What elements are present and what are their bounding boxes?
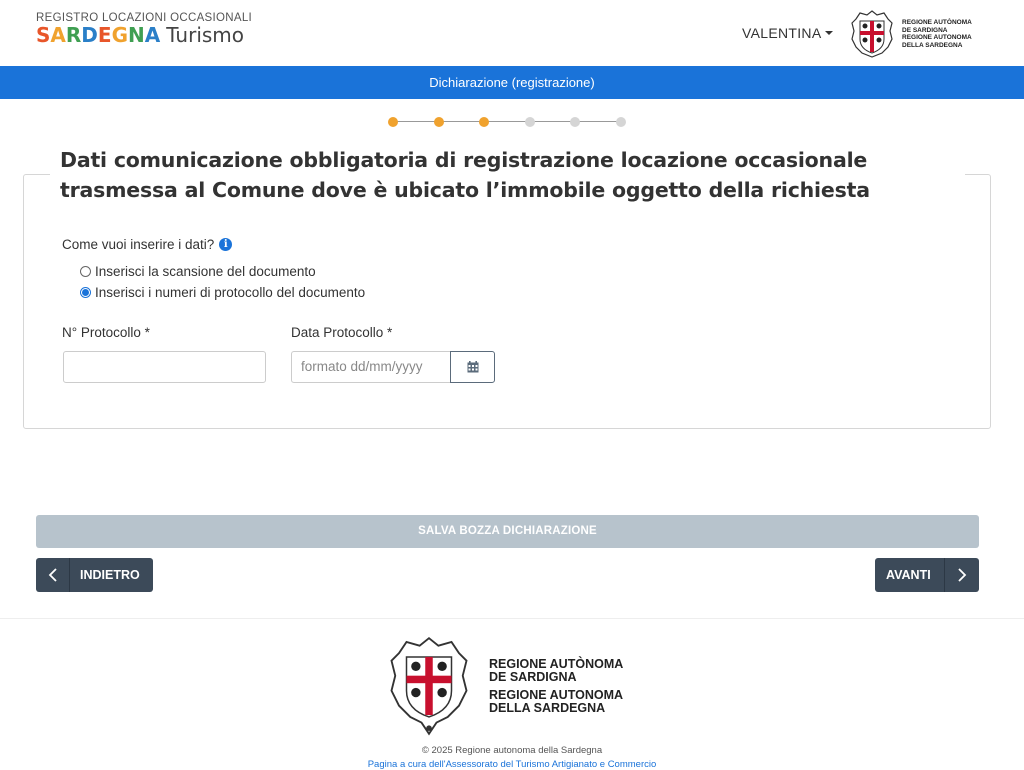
brand-letter: S <box>36 23 51 47</box>
save-draft-button[interactable]: SALVA BOZZA DICHIARAZIONE <box>36 515 979 548</box>
next-label: AVANTI <box>886 568 931 582</box>
region-logo-text: REGIONE AUTÒNOMA DE SARDIGNA REGIONE AUT… <box>902 19 972 49</box>
brand-letter: N <box>128 23 145 47</box>
coat-of-arms-icon <box>851 10 893 58</box>
brand-suffix: Turismo <box>166 23 245 47</box>
form-card <box>23 174 991 429</box>
credit-link[interactable]: Pagina a cura dell'Assessorato del Turis… <box>0 759 1024 770</box>
info-icon[interactable]: i <box>219 238 233 251</box>
form-legend: Dati comunicazione obbligatoria di regis… <box>50 145 965 205</box>
calendar-button[interactable] <box>450 351 495 383</box>
step-dot <box>388 117 398 127</box>
protocol-date-label: Data Protocollo * <box>291 325 393 340</box>
footer-region-logo: REGIONE AUTÒNOMA DE SARDIGNA REGIONE AUT… <box>384 634 623 738</box>
next-button[interactable]: AVANTI <box>875 558 979 592</box>
step-dot <box>479 117 490 127</box>
calendar-icon <box>467 361 478 373</box>
brand-letter: R <box>65 23 82 47</box>
chevron-left-icon <box>36 558 70 592</box>
protocol-number-label: N° Protocollo * <box>62 325 150 340</box>
step-dot <box>524 117 535 127</box>
chevron-right-icon <box>944 558 978 592</box>
input-mode-question: Come vuoi inserire i dati? i <box>62 237 233 252</box>
step-connector <box>484 121 530 122</box>
back-button[interactable]: INDIETRO <box>36 558 153 592</box>
radio-label: Inserisci i numeri di protocollo del doc… <box>95 285 366 300</box>
step-connector <box>575 121 621 122</box>
radio-button[interactable] <box>80 287 91 298</box>
progress-stepper <box>388 116 628 128</box>
question-text: Come vuoi inserire i dati? <box>62 237 215 252</box>
radio-protocol-numbers[interactable]: Inserisci i numeri di protocollo del doc… <box>80 285 365 300</box>
step-dot <box>433 117 444 127</box>
brand-letter: A <box>144 23 161 47</box>
brand-logo[interactable]: SARDEGNA Turismo <box>36 23 244 48</box>
step-dot <box>616 117 626 127</box>
protocol-date-input[interactable]: formato dd/mm/yyyy <box>291 351 451 383</box>
brand-letter: G <box>111 23 128 47</box>
copyright-text: © 2025 Regione autonoma della Sardegna <box>421 745 603 756</box>
protocol-number-input[interactable] <box>63 351 266 383</box>
page-title-bar: Dichiarazione (registrazione) <box>0 66 1024 99</box>
brand-letter: E <box>97 23 112 47</box>
region-logo: REGIONE AUTÒNOMA DE SARDIGNA REGIONE AUT… <box>848 9 977 59</box>
footer-logo-text: REGIONE AUTÒNOMA DE SARDIGNA REGIONE AUT… <box>489 657 624 715</box>
radio-button[interactable] <box>80 266 91 277</box>
brand-letter: D <box>81 23 98 47</box>
back-label: INDIETRO <box>80 568 140 582</box>
step-connector <box>529 121 576 122</box>
radio-scan-document[interactable]: Inserisci la scansione del documento <box>80 264 316 279</box>
user-menu[interactable]: VALENTINA <box>742 25 834 41</box>
step-connector <box>393 121 439 122</box>
brand-letter: A <box>50 23 66 47</box>
step-dot <box>570 117 581 127</box>
user-name: VALENTINA <box>742 25 822 41</box>
header: REGISTRO LOCAZIONI OCCASIONALI SARDEGNA … <box>0 0 1024 66</box>
brand-word: SARDEGNA <box>36 23 160 48</box>
radio-label: Inserisci la scansione del documento <box>95 264 316 279</box>
caret-down-icon <box>825 31 834 35</box>
step-connector <box>438 121 485 122</box>
coat-of-arms-icon <box>390 636 468 736</box>
